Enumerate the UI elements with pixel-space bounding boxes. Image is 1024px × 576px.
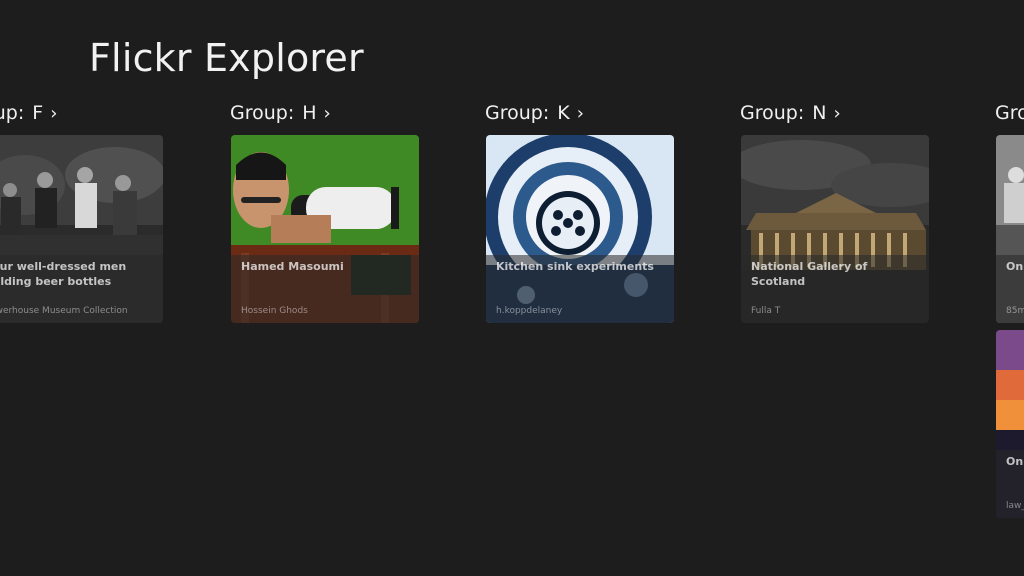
- photo-author: 85m: [1006, 306, 1024, 316]
- photo-title: Hamed Masoumi: [241, 260, 344, 273]
- chevron-right-icon: ›: [50, 103, 58, 124]
- app-canvas: Flickr Explorer Group:F› Fou: [0, 0, 1024, 576]
- photo-title: Four well-dressed men holding beer bottl…: [0, 260, 127, 288]
- group-header-h[interactable]: Group: H ›: [230, 100, 331, 126]
- photo-tile[interactable]: Hamed Masoumi Hossein Ghods: [231, 135, 419, 323]
- photo-tile[interactable]: Kitchen sink experiments h.koppdelaney: [486, 135, 674, 323]
- photo-tile[interactable]: On 85m: [996, 135, 1024, 323]
- page-title: Flickr Explorer: [89, 36, 364, 80]
- photo-title: On: [1006, 455, 1024, 468]
- group-letter: F: [32, 102, 44, 124]
- photo-tile[interactable]: National Gallery of Scotland Fulla T: [741, 135, 929, 323]
- group-letter: H: [302, 102, 317, 124]
- photo-author: Hossein Ghods: [241, 306, 308, 316]
- photo-author: h.koppdelaney: [496, 306, 563, 316]
- photo-tile[interactable]: Four well-dressed men holding beer bottl…: [0, 135, 163, 323]
- group-label: Group:: [485, 102, 550, 124]
- group-letter: N: [812, 102, 827, 124]
- chevron-right-icon: ›: [576, 103, 584, 124]
- chevron-right-icon: ›: [323, 103, 331, 124]
- chevron-right-icon: ›: [833, 103, 841, 124]
- group-header-o[interactable]: Group:O›: [995, 100, 1024, 126]
- photo-author: law_: [1006, 501, 1024, 511]
- group-label: Group:: [740, 102, 805, 124]
- group-header-k[interactable]: Group: K ›: [485, 100, 584, 126]
- photo-title: On: [1006, 260, 1024, 273]
- group-header-f[interactable]: Group: F ›: [0, 100, 57, 126]
- photo-author: Fulla T: [751, 306, 781, 316]
- group-label: Group:: [230, 102, 295, 124]
- photo-author: Powerhouse Museum Collection: [0, 306, 128, 316]
- photo-title: National Gallery of Scotland: [751, 260, 868, 288]
- photo-title: Kitchen sink experiments: [496, 260, 654, 273]
- group-label: Group:: [0, 102, 25, 124]
- group-label: Group:: [995, 102, 1024, 124]
- group-header-n[interactable]: Group: N ›: [740, 100, 841, 126]
- group-letter: K: [557, 102, 570, 124]
- photo-tile[interactable]: On law_: [996, 330, 1024, 518]
